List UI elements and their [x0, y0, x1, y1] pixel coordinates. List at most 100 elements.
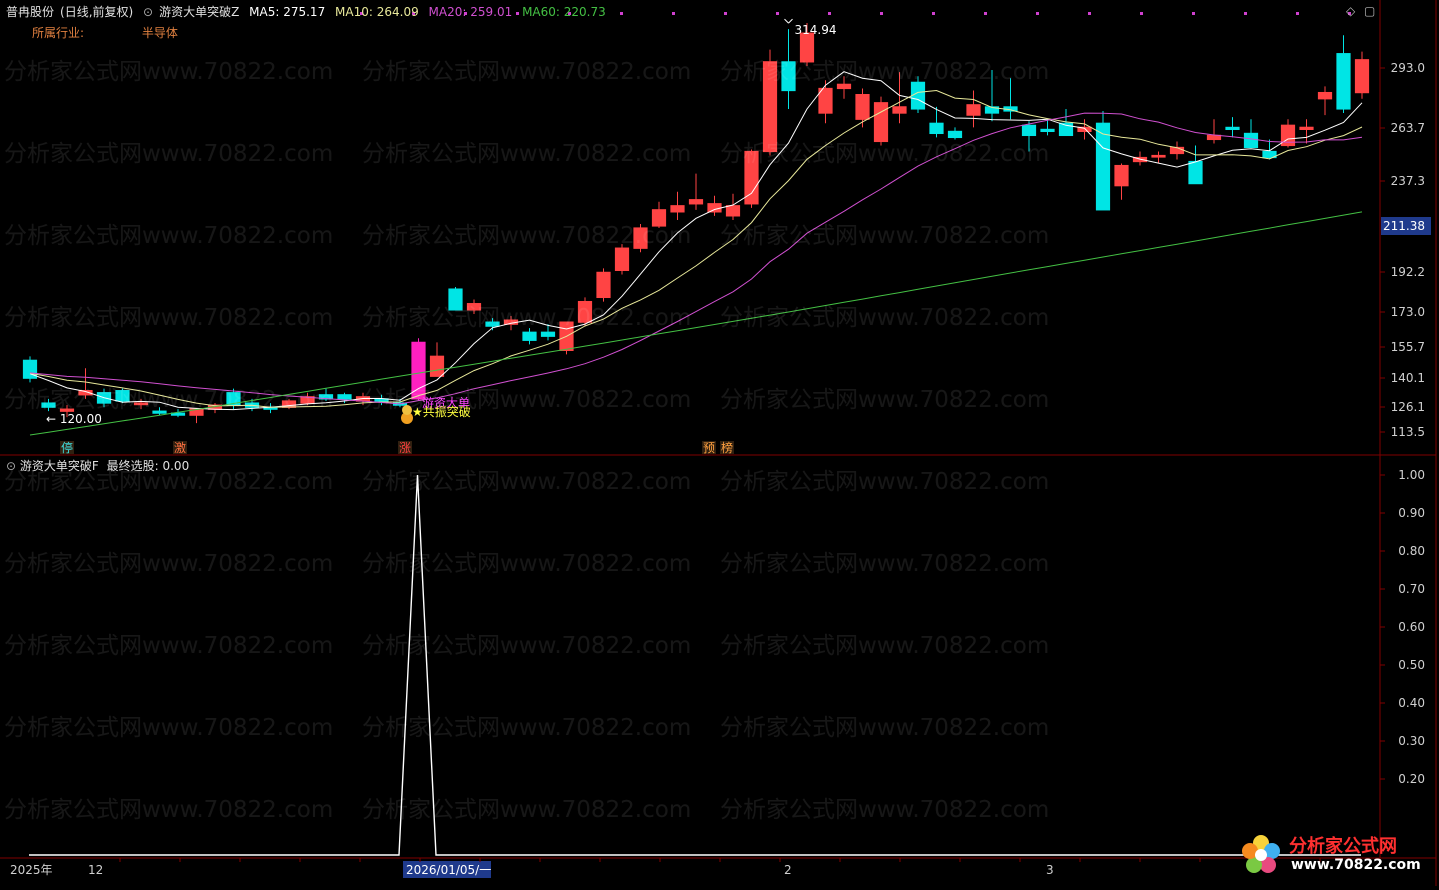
top-dot-marker [1140, 12, 1143, 15]
candle-body-fill [892, 106, 907, 114]
sub-tick-label: 0.50 [1398, 658, 1425, 672]
time-label-0: 2025年 [10, 863, 53, 877]
signal-icon-2 [402, 405, 412, 415]
chart-canvas: 293.0 263.7 237.3 192.2 173.0 155.7 140.1 126.1… [0, 0, 1437, 886]
top-dot-marker [1296, 12, 1299, 15]
candle-body-fill [689, 199, 703, 205]
diamond-icon[interactable]: ◇ [1346, 4, 1355, 18]
candle-body-fill [1114, 165, 1129, 187]
candle-body-fill [800, 32, 814, 63]
chart-stage: 293.0 263.7 237.3 192.2 173.0 155.7 140.1 126.1… [0, 0, 1439, 886]
sub-tick-label: 0.30 [1398, 734, 1425, 748]
candle-body-fill [467, 303, 481, 311]
industry-label: 所属行业: [32, 26, 85, 40]
logo-url: www.70822.com [1291, 857, 1421, 873]
candle-body-fill [652, 209, 666, 227]
top-dot-marker [828, 12, 831, 15]
price-tick-label: 237.3 [1391, 174, 1425, 188]
candle-body [1188, 160, 1203, 185]
candle-body [1225, 126, 1240, 131]
candle-body-fill [596, 271, 611, 298]
period-label: (日线,前复权) [60, 5, 134, 19]
ma5-line [29, 71, 1363, 411]
sub-tick-label: 0.90 [1398, 506, 1425, 520]
indicator-sub-name[interactable]: 游资大单突破F [20, 459, 99, 473]
candle-body-fill [855, 94, 870, 120]
candle-body [947, 130, 963, 139]
sub-tick-label: 0.20 [1398, 772, 1425, 786]
indicator-name[interactable]: 游资大单突破Z [159, 5, 239, 19]
candle-body [540, 331, 556, 337]
time-label-1: 12 [88, 863, 103, 877]
top-dot-marker [1192, 12, 1195, 15]
main-chart-header: 普冉股份 (日线,前复权) ⊙ 游资大单突破Z MA5: 275.17 MA10: … [6, 3, 612, 20]
candle-body-fill [60, 408, 74, 412]
event-marker-2: 涨 [399, 440, 411, 455]
indicator-toggle-icon-2[interactable]: ⊙ [6, 459, 16, 473]
top-dot-marker [880, 12, 883, 15]
top-dot-marker [932, 12, 935, 15]
time-label-3: 2 [784, 863, 792, 877]
sub-tick-label: 0.80 [1398, 544, 1425, 558]
price-tick-label: 192.2 [1391, 265, 1425, 279]
candle-body-fill [707, 203, 722, 213]
ma60-value: MA60: 220.73 [522, 5, 606, 19]
low-annotation: ← 120.00 [46, 412, 102, 426]
indicator-header: ⊙ 游资大单突破F 最终选股: 0.00 [6, 457, 189, 474]
candle-body [448, 288, 463, 311]
high-marker [784, 18, 793, 24]
price-tick-label: 126.1 [1391, 400, 1425, 414]
candle-body-fill [726, 205, 740, 217]
top-dot-marker [672, 12, 675, 15]
candle-body-fill [578, 301, 592, 323]
price-tick-label: 140.1 [1391, 371, 1425, 385]
candle-body [337, 394, 352, 400]
high-annotation: 314.94 [795, 23, 837, 37]
price-tick-label: 263.7 [1391, 121, 1425, 135]
candle-body-fill [966, 104, 981, 116]
brand-logo: 分析家公式网 www.70822.com [1235, 830, 1425, 880]
indicator-toggle-icon[interactable]: ⊙ [143, 5, 153, 19]
candle-body [910, 81, 926, 110]
logo-text: 分析家公式网 [1289, 836, 1397, 857]
candle-body-fill [1318, 92, 1332, 100]
candle-body [1336, 53, 1351, 110]
industry-value: 半导体 [141, 26, 178, 40]
candle-body-fill [1170, 146, 1184, 154]
candle-body [1021, 124, 1037, 137]
candle-body [781, 61, 796, 92]
candle-body [411, 341, 426, 400]
top-dot-marker [776, 12, 779, 15]
signal-line [29, 474, 1361, 856]
candle-body-fill [430, 355, 444, 377]
sub-tick-label: 0.70 [1398, 582, 1425, 596]
sub-tick-label: 1.00 [1398, 468, 1425, 482]
ma5-value: MA5: 275.17 [249, 5, 326, 19]
window-toggle-icon[interactable]: ▢ [1364, 4, 1375, 18]
time-label-cursor: 2026/01/05/一 [406, 863, 491, 877]
candle-body-fill [874, 102, 888, 142]
ma10-line [29, 89, 1363, 408]
top-dot-marker [1244, 12, 1247, 15]
top-dot-marker [1036, 12, 1039, 15]
event-marker-4: 榜 [721, 440, 733, 455]
candle-body-fill [837, 83, 851, 89]
industry-row: 所属行业: 半导体 [32, 24, 178, 41]
candle-body-fill [818, 87, 833, 114]
price-tick-label: 155.7 [1391, 340, 1425, 354]
event-marker-0: 停 [61, 440, 73, 455]
price-tick-label: 293.0 [1391, 61, 1425, 75]
candle-body-fill [763, 61, 777, 152]
candle-body [929, 122, 944, 135]
sub-tick-label: 0.60 [1398, 620, 1425, 634]
candle-body [1095, 122, 1111, 211]
candle-body-fill [1299, 126, 1314, 130]
candle-body-fill [1151, 155, 1166, 158]
price-tick-label: 173.0 [1391, 305, 1425, 319]
indicator-sub-value: 最终选股: 0.00 [106, 459, 190, 473]
time-label-4: 3 [1046, 863, 1054, 877]
event-marker-3: 预 [703, 441, 715, 455]
candle-body-fill [670, 205, 685, 213]
candle-body-fill [633, 227, 648, 249]
candle-body [1243, 132, 1259, 149]
